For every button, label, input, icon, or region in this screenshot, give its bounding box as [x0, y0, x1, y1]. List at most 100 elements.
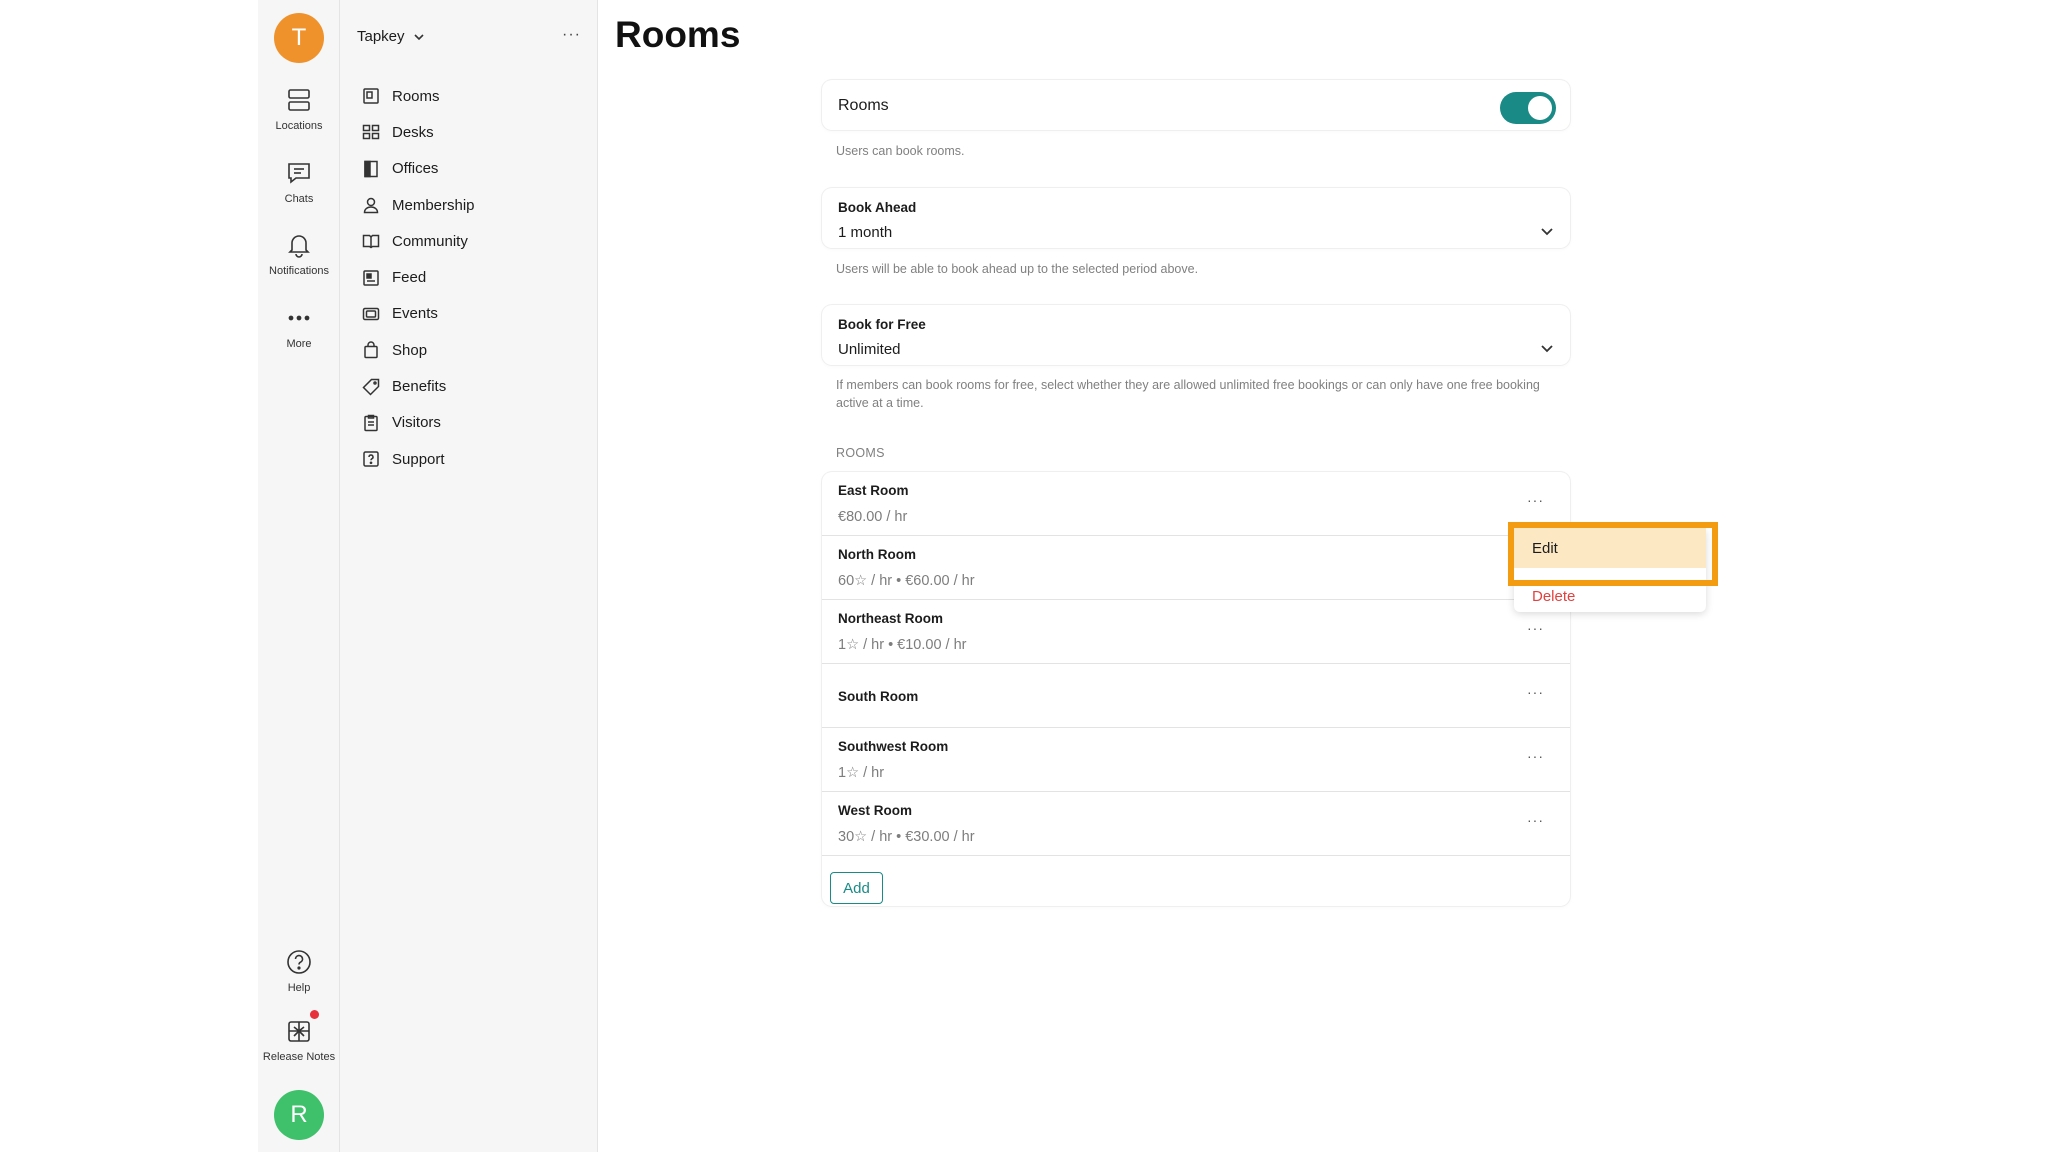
- rail-item-more[interactable]: More: [258, 304, 340, 350]
- book-ahead-select[interactable]: Book Ahead 1 month: [822, 188, 1570, 248]
- room-more-button[interactable]: ···: [1527, 684, 1544, 700]
- room-context-menu: Edit Delete: [1514, 528, 1706, 612]
- shopping-bag-icon: [364, 341, 378, 359]
- edit-menu-item[interactable]: Edit: [1514, 528, 1706, 568]
- room-more-button[interactable]: ···: [1527, 492, 1544, 508]
- room-price: 1☆ / hr • €10.00 / hr: [838, 637, 967, 653]
- rail-item-locations[interactable]: Locations: [258, 86, 340, 132]
- book-for-free-select[interactable]: Book for Free Unlimited: [822, 305, 1570, 365]
- nav-item-events[interactable]: Events: [362, 296, 582, 332]
- chevron-down-icon: [413, 33, 424, 40]
- nav-item-rooms[interactable]: Rooms: [362, 78, 582, 114]
- notification-dot: [310, 1010, 319, 1019]
- nav-item-benefits[interactable]: Benefits: [362, 368, 582, 404]
- nav-item-label: Community: [392, 232, 468, 250]
- rail-item-label: Chats: [284, 193, 314, 205]
- nav-item-membership[interactable]: Membership: [362, 187, 582, 223]
- room-price: 30☆ / hr • €30.00 / hr: [838, 829, 975, 845]
- book-ahead-label: Book Ahead: [838, 200, 917, 215]
- workspace-switcher[interactable]: Tapkey: [357, 28, 425, 45]
- nav-item-label: Benefits: [392, 378, 447, 396]
- more-icon: [288, 315, 310, 321]
- nav-item-label: Events: [392, 305, 438, 323]
- room-more-button[interactable]: ···: [1527, 812, 1544, 828]
- rooms-icon: [363, 88, 379, 104]
- nav-item-desks[interactable]: Desks: [362, 114, 582, 150]
- clipboard-icon: [364, 414, 378, 432]
- book-for-free-label: Book for Free: [838, 317, 926, 332]
- book-ahead-value: 1 month: [838, 224, 893, 241]
- room-row[interactable]: West Room 30☆ / hr • €30.00 / hr ···: [822, 792, 1570, 856]
- nav-item-feed[interactable]: Feed: [362, 259, 582, 295]
- rooms-toggle-card: Rooms: [822, 80, 1570, 130]
- nav-list: Rooms Desks Offices Membership Community…: [362, 78, 582, 477]
- workspace-name: Tapkey: [357, 28, 405, 45]
- room-price: €80.00 / hr: [838, 509, 908, 525]
- room-name: South Room: [838, 689, 919, 704]
- room-name: Northeast Room: [838, 611, 944, 626]
- nav-item-label: Visitors: [392, 414, 441, 432]
- room-name: East Room: [838, 483, 909, 498]
- nav-item-support[interactable]: Support: [362, 441, 582, 477]
- chat-icon: [288, 163, 310, 184]
- room-name: Southwest Room: [838, 739, 949, 754]
- room-row[interactable]: East Room €80.00 / hr ···: [822, 472, 1570, 536]
- section-nav: Tapkey ··· Rooms Desks Offices Membershi…: [340, 0, 598, 1152]
- book-icon: [362, 235, 380, 249]
- delete-menu-item[interactable]: Delete: [1532, 588, 1575, 605]
- workspace-avatar[interactable]: T: [274, 13, 324, 63]
- room-price: 60☆ / hr • €60.00 / hr: [838, 573, 975, 589]
- ticket-icon: [362, 307, 380, 321]
- rail-item-release-notes[interactable]: Release Notes: [258, 1017, 340, 1063]
- nav-item-label: Shop: [392, 341, 428, 359]
- nav-more-button[interactable]: ···: [562, 26, 581, 44]
- nav-item-community[interactable]: Community: [362, 223, 582, 259]
- desks-icon: [362, 125, 380, 140]
- chevron-down-icon: [1541, 228, 1553, 236]
- room-row[interactable]: South Room ···: [822, 664, 1570, 728]
- rail-item-label: Notifications: [269, 265, 329, 277]
- room-row[interactable]: Northeast Room 1☆ / hr • €10.00 / hr ···: [822, 600, 1570, 664]
- icon-rail: T Locations Chats Notifications More Hel…: [258, 0, 340, 1152]
- room-row[interactable]: Southwest Room 1☆ / hr ···: [822, 728, 1570, 792]
- rooms-list: East Room €80.00 / hr ··· North Room 60☆…: [822, 472, 1570, 906]
- nav-item-label: Offices: [392, 160, 439, 178]
- rail-item-notifications[interactable]: Notifications: [258, 231, 340, 277]
- rail-item-label: Locations: [275, 120, 323, 132]
- rooms-toggle[interactable]: [1500, 92, 1556, 124]
- nav-item-label: Rooms: [392, 87, 440, 105]
- locations-icon: [288, 89, 310, 111]
- room-row[interactable]: North Room 60☆ / hr • €60.00 / hr: [822, 536, 1570, 600]
- tag-icon: [362, 378, 380, 396]
- add-room-button[interactable]: Add: [830, 872, 883, 904]
- nav-item-shop[interactable]: Shop: [362, 332, 582, 368]
- room-more-button[interactable]: ···: [1527, 620, 1544, 636]
- rooms-toggle-label: Rooms: [838, 97, 889, 114]
- offices-icon: [364, 160, 378, 177]
- nav-item-label: Support: [392, 450, 445, 468]
- room-more-button[interactable]: ···: [1527, 748, 1544, 764]
- rail-item-chats[interactable]: Chats: [258, 159, 340, 205]
- person-icon: [363, 197, 379, 214]
- page-title: Rooms: [615, 14, 741, 55]
- bell-icon: [288, 235, 310, 258]
- rail-item-label: Release Notes: [262, 1051, 336, 1063]
- nav-item-label: Feed: [392, 269, 427, 287]
- book-for-free-value: Unlimited: [838, 341, 901, 358]
- rooms-toggle-helper: Users can book rooms.: [836, 144, 965, 158]
- book-ahead-helper: Users will be able to book ahead up to t…: [836, 262, 1199, 276]
- user-avatar[interactable]: R: [274, 1090, 324, 1140]
- nav-item-offices[interactable]: Offices: [362, 151, 582, 187]
- rail-item-help[interactable]: Help: [258, 948, 340, 994]
- nav-item-label: Desks: [392, 123, 434, 141]
- room-name: West Room: [838, 803, 913, 818]
- question-icon: [363, 451, 379, 467]
- room-price: 1☆ / hr: [838, 765, 885, 781]
- room-name: North Room: [838, 547, 916, 562]
- rooms-section-label: ROOMS: [836, 446, 885, 460]
- chevron-down-icon: [1541, 345, 1553, 353]
- rail-item-label: More: [286, 338, 312, 350]
- feed-icon: [363, 269, 379, 286]
- help-icon: [287, 950, 311, 974]
- nav-item-visitors[interactable]: Visitors: [362, 405, 582, 441]
